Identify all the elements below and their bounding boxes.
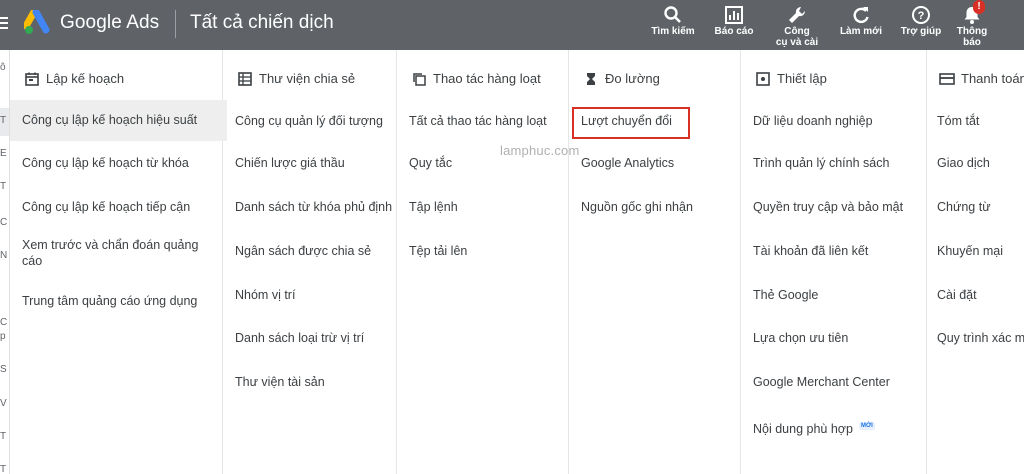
- menu-item-summary[interactable]: Tóm tắt: [937, 113, 979, 129]
- menu-item-scripts[interactable]: Tập lệnh: [409, 199, 458, 215]
- menu-item-rules[interactable]: Quy tắc: [409, 155, 452, 171]
- menu-item-bid-strategies[interactable]: Chiến lược giá thầu: [235, 155, 345, 171]
- sidebar-fragment: T: [0, 115, 7, 126]
- column-title: Đo lường: [605, 71, 660, 86]
- column-header: Lập kế hoạch: [10, 70, 222, 88]
- menu-item-shared-budgets[interactable]: Ngân sách được chia sẻ: [235, 243, 371, 259]
- menu-item-business-data[interactable]: Dữ liệu doanh nghiệp: [753, 113, 873, 129]
- menu-column-shared-library: Thư viện chia sẻ Công cụ quản lý đối tượ…: [223, 50, 397, 474]
- menu-item-documents[interactable]: Chứng từ: [937, 199, 991, 215]
- calendar-icon: [25, 72, 39, 86]
- sidebar-fragment: N: [0, 250, 8, 261]
- notifications-button[interactable]: ! Thông báo: [942, 0, 1002, 48]
- menu-column-planning: Lập kế hoạch Công cụ lập kế hoạch hiệu s…: [10, 50, 227, 474]
- menu-item-keyword-planner[interactable]: Công cụ lập kế hoạch từ khóa: [22, 155, 189, 171]
- refresh-icon: [853, 7, 869, 24]
- reports-icon: [725, 6, 743, 24]
- search-tool-button[interactable]: Tìm kiếm: [643, 2, 703, 37]
- column-title: Thư viện chia sẻ: [259, 71, 356, 86]
- watermark-text: lamphuc.com: [500, 143, 580, 158]
- sidebar-fragment: S: [0, 364, 7, 375]
- help-icon: ?: [912, 6, 930, 24]
- menu-column-billing: Thanh toán Tóm tắt Giao dịch Chứng từ Kh…: [927, 50, 1024, 474]
- column-header: Thư viện chia sẻ: [223, 70, 396, 88]
- settings-box-icon: [756, 72, 770, 86]
- collapsed-sidebar: ô T E T C N C p S V T T: [0, 50, 10, 474]
- column-title: Thiết lập: [777, 71, 827, 86]
- menu-item-placement-exclusion-lists[interactable]: Danh sách loại trừ vị trí: [235, 330, 364, 346]
- menu-item-placement-groups[interactable]: Nhóm vị trí: [235, 287, 295, 303]
- copy-icon: [413, 73, 426, 86]
- column-title: Thao tác hàng loạt: [433, 71, 541, 86]
- sidebar-fragment: C: [0, 317, 8, 328]
- sidebar-fragment: C: [0, 217, 8, 228]
- reports-tool-button[interactable]: Báo cáo: [704, 2, 764, 37]
- menu-item-billing-settings[interactable]: Cài đặt: [937, 287, 977, 303]
- column-title: Lập kế hoạch: [46, 71, 125, 86]
- header-divider: [175, 10, 176, 38]
- sidebar-fragment: T: [0, 431, 7, 442]
- column-header: Thao tác hàng loạt: [397, 70, 568, 88]
- menu-item-policy-manager[interactable]: Trình quản lý chính sách: [753, 155, 889, 171]
- menu-column-setup: Thiết lập Dữ liệu doanh nghiệp Trình quả…: [741, 50, 927, 474]
- menu-item-google-analytics[interactable]: Google Analytics: [581, 155, 674, 171]
- notifications-label: Thông báo: [956, 26, 988, 48]
- menu-item-performance-planner[interactable]: Công cụ lập kế hoạch hiệu suất: [10, 100, 227, 141]
- menu-item-app-advertising-hub[interactable]: Trung tâm quảng cáo ứng dụng: [22, 293, 197, 309]
- menu-column-bulk-actions: Thao tác hàng loạt Tất cả thao tác hàng …: [397, 50, 569, 474]
- sidebar-fragment: T: [0, 181, 7, 192]
- column-header: Thiết lập: [741, 70, 926, 88]
- sidebar-fragment: V: [0, 398, 7, 409]
- menu-item-label: Nội dung phù hợp: [753, 422, 853, 436]
- notification-badge: !: [973, 0, 985, 14]
- tools-settings-button[interactable]: Công cụ và cài: [767, 2, 827, 48]
- page-title: Tất cả chiến dịch: [190, 12, 334, 33]
- search-tool-label: Tìm kiếm: [651, 26, 695, 37]
- menu-item-uploads[interactable]: Tệp tải lên: [409, 243, 467, 259]
- menu-item-label: Công cụ lập kế hoạch hiệu suất: [22, 113, 198, 127]
- new-badge: MỚI: [858, 422, 875, 430]
- menu-item-all-bulk-actions[interactable]: Tất cả thao tác hàng loạt: [409, 113, 547, 129]
- menu-item-attribution[interactable]: Nguồn gốc ghi nhận: [581, 199, 693, 215]
- refresh-label: Làm mới: [839, 26, 883, 37]
- column-header: Đo lường: [569, 70, 740, 88]
- menu-item-reach-planner[interactable]: Công cụ lập kế hoạch tiếp cận: [22, 199, 190, 215]
- search-icon: [664, 6, 681, 23]
- sidebar-fragment: E: [0, 148, 7, 159]
- menu-item-asset-library[interactable]: Thư viện tài sản: [235, 374, 325, 390]
- menu-item-content-suitability[interactable]: Nội dung phù hợp MỚI: [753, 418, 875, 437]
- column-title: Thanh toán: [961, 71, 1024, 86]
- tools-settings-label: Công cụ và cài: [775, 26, 819, 48]
- menu-item-access-and-security[interactable]: Quyền truy cập và bảo mật: [753, 199, 903, 215]
- menu-item-negative-keyword-lists[interactable]: Danh sách từ khóa phủ định: [235, 199, 392, 215]
- sidebar-fragment: T: [0, 464, 7, 474]
- menu-item-audience-manager[interactable]: Công cụ quản lý đối tượng: [235, 113, 383, 129]
- google-ads-logo: [24, 10, 50, 34]
- reports-tool-label: Báo cáo: [714, 26, 754, 37]
- library-icon: [238, 72, 252, 86]
- menu-item-preferences[interactable]: Lựa chọn ưu tiên: [753, 330, 848, 346]
- top-bar: Google Ads Tất cả chiến dịch Tìm kiếm Bá…: [0, 0, 1024, 50]
- hourglass-icon: [587, 73, 595, 85]
- column-header: Thanh toán: [927, 70, 1024, 88]
- menu-column-measurement: Đo lường Lượt chuyển đổi Google Analytic…: [569, 50, 741, 474]
- menu-item-ad-preview[interactable]: Xem trước và chẩn đoán quảng cáo: [22, 237, 207, 269]
- menu-item-transactions[interactable]: Giao dịch: [937, 155, 990, 171]
- refresh-button[interactable]: Làm mới: [831, 2, 891, 37]
- sidebar-fragment: ô: [0, 62, 6, 73]
- menu-item-google-tag[interactable]: Thẻ Google: [753, 287, 818, 303]
- wrench-icon: [789, 6, 806, 24]
- brand-name: Google Ads: [60, 12, 160, 33]
- menu-icon[interactable]: [0, 14, 8, 34]
- menu-item-verification[interactable]: Quy trình xác mi: [937, 330, 1024, 346]
- menu-item-conversions[interactable]: Lượt chuyển đổi: [581, 113, 672, 129]
- card-icon: [939, 73, 955, 85]
- svg-text:?: ?: [918, 10, 925, 22]
- menu-item-linked-accounts[interactable]: Tài khoản đã liên kết: [753, 243, 868, 259]
- menu-item-promotions[interactable]: Khuyến mại: [937, 243, 1003, 259]
- menu-item-google-merchant-center[interactable]: Google Merchant Center: [753, 374, 890, 390]
- sidebar-fragment: p: [0, 331, 6, 342]
